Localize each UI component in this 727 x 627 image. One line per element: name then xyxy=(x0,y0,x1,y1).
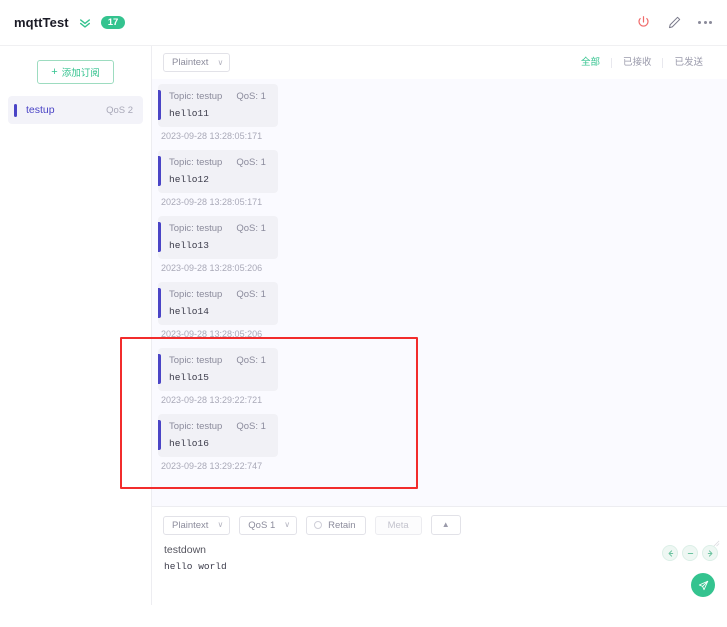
minus-icon[interactable] xyxy=(682,545,698,561)
message-format-label: Plaintext xyxy=(172,57,209,68)
plus-icon: + xyxy=(51,65,58,78)
subscription-qos: QoS 2 xyxy=(106,104,133,116)
message-item: Topic: testup QoS: 1 hello16 2023-09-28 13:… xyxy=(152,414,727,471)
message-payload: hello12 xyxy=(169,174,209,185)
resize-grip-icon[interactable] xyxy=(713,534,720,547)
publish-qos-label: QoS 1 xyxy=(248,519,276,531)
message-qos: QoS: 1 xyxy=(236,223,266,234)
arrow-right-icon[interactable] xyxy=(702,545,718,561)
message-bubble[interactable]: Topic: testup QoS: 1 hello12 xyxy=(158,150,278,193)
pencil-edit-icon[interactable] xyxy=(666,14,683,31)
message-topic: Topic: testup xyxy=(169,355,223,366)
power-icon[interactable] xyxy=(635,14,652,31)
message-accent-bar xyxy=(158,288,161,318)
message-bubble[interactable]: Topic: testup QoS: 1 hello13 xyxy=(158,216,278,259)
message-bubble[interactable]: Topic: testup QoS: 1 hello11 xyxy=(158,84,278,127)
add-subscription-row: + 添加订阅 xyxy=(0,46,151,94)
publish-topic-input[interactable]: testdown xyxy=(152,539,727,559)
publish-payload-input[interactable]: hello world xyxy=(152,559,727,605)
message-qos: QoS: 1 xyxy=(236,91,266,102)
message-payload: hello13 xyxy=(169,240,209,251)
publish-qos-select[interactable]: QoS 1 ∨ xyxy=(239,515,298,535)
retain-label: Retain xyxy=(328,519,356,531)
filter-tab-sent[interactable]: 已发送 xyxy=(663,57,714,69)
message-topic: Topic: testup xyxy=(169,223,223,234)
chevron-down-icon: ∨ xyxy=(284,520,291,529)
message-timestamp: 2023-09-28 13:28:05:171 xyxy=(161,131,263,141)
subscriptions-sidebar: + 添加订阅 testup QoS 2 xyxy=(0,46,152,605)
subscription-color-bar xyxy=(14,104,17,117)
meta-button[interactable]: Meta xyxy=(374,515,422,535)
message-qos: QoS: 1 xyxy=(236,289,266,300)
editor-zoom-controls xyxy=(662,545,718,561)
message-item: Topic: testup QoS: 1 hello15 2023-09-28 13:… xyxy=(152,348,727,405)
message-timestamp: 2023-09-28 13:28:05:206 xyxy=(161,329,263,339)
message-accent-bar xyxy=(158,354,161,384)
header-left-group: mqttTest 17 xyxy=(0,15,126,30)
more-dots-icon[interactable] xyxy=(697,18,713,27)
message-bubble[interactable]: Topic: testup QoS: 1 hello14 xyxy=(158,282,278,325)
message-header: Topic: testup QoS: 1 xyxy=(169,223,266,234)
message-filter-tabs: 全部 已接收 已发送 xyxy=(570,57,714,69)
message-topic: Topic: testup xyxy=(169,421,223,432)
send-plane-icon xyxy=(698,580,708,590)
message-accent-bar xyxy=(158,90,161,120)
message-payload: hello15 xyxy=(169,372,209,383)
sidebar-item-subscription[interactable]: testup QoS 2 xyxy=(8,96,143,124)
messages-panel: Plaintext ∨ 全部 已接收 已发送 Topic: testup QoS:… xyxy=(152,46,727,605)
message-payload: hello14 xyxy=(169,306,209,317)
filter-tab-all[interactable]: 全部 xyxy=(570,57,611,69)
chevron-double-down-icon[interactable] xyxy=(78,16,92,30)
message-topic: Topic: testup xyxy=(169,91,223,102)
publish-format-select[interactable]: Plaintext ∨ xyxy=(163,515,231,535)
message-qos: QoS: 1 xyxy=(236,355,266,366)
message-item: Topic: testup QoS: 1 hello14 2023-09-28 13:… xyxy=(152,282,727,339)
connection-name: mqttTest xyxy=(14,15,69,30)
message-accent-bar xyxy=(158,222,161,252)
message-count-badge: 17 xyxy=(100,15,126,30)
message-topic: Topic: testup xyxy=(169,157,223,168)
app-header: mqttTest 17 xyxy=(0,0,727,46)
collapse-publish-button[interactable]: ▲ xyxy=(430,515,461,535)
message-qos: QoS: 1 xyxy=(236,421,266,432)
message-header: Topic: testup QoS: 1 xyxy=(169,157,266,168)
message-header: Topic: testup QoS: 1 xyxy=(169,91,266,102)
message-topic: Topic: testup xyxy=(169,289,223,300)
publish-toolbar: Plaintext ∨ QoS 1 ∨ Retain Meta ▲ xyxy=(152,507,727,539)
message-bubble[interactable]: Topic: testup QoS: 1 hello15 xyxy=(158,348,278,391)
publish-panel: Plaintext ∨ QoS 1 ∨ Retain Meta ▲ testdo… xyxy=(152,506,727,605)
message-payload: hello11 xyxy=(169,108,209,119)
mqtt-client-window: mqttTest 17 + 添加订阅 testup QoS 2 Plaintex… xyxy=(0,0,727,627)
message-timestamp: 2023-09-28 13:28:05:206 xyxy=(161,263,263,273)
message-header: Topic: testup QoS: 1 xyxy=(169,289,266,300)
filter-tab-received[interactable]: 已接收 xyxy=(612,57,663,69)
message-list[interactable]: Topic: testup QoS: 1 hello11 2023-09-28 13:… xyxy=(152,79,727,506)
subscription-topic: testup xyxy=(26,104,55,116)
message-accent-bar xyxy=(158,156,161,186)
retain-toggle[interactable]: Retain xyxy=(306,515,366,535)
chevron-down-icon: ∨ xyxy=(217,57,224,67)
message-timestamp: 2023-09-28 13:29:22:721 xyxy=(161,395,263,405)
chevron-down-icon: ∨ xyxy=(217,520,224,529)
publish-format-label: Plaintext xyxy=(172,519,209,531)
message-bubble[interactable]: Topic: testup QoS: 1 hello16 xyxy=(158,414,278,457)
add-subscription-button[interactable]: + 添加订阅 xyxy=(37,60,114,84)
message-header: Topic: testup QoS: 1 xyxy=(169,355,266,366)
message-qos: QoS: 1 xyxy=(236,157,266,168)
add-subscription-label: 添加订阅 xyxy=(61,68,100,79)
retain-radio-icon xyxy=(314,521,323,529)
message-item: Topic: testup QoS: 1 hello11 2023-09-28 13:… xyxy=(152,84,727,141)
arrow-left-icon[interactable] xyxy=(662,545,678,561)
send-message-button[interactable] xyxy=(691,573,715,597)
message-item: Topic: testup QoS: 1 hello13 2023-09-28 13:… xyxy=(152,216,727,273)
header-right-group xyxy=(635,14,727,31)
message-accent-bar xyxy=(158,420,161,450)
message-timestamp: 2023-09-28 13:28:05:171 xyxy=(161,197,263,207)
message-timestamp: 2023-09-28 13:29:22:747 xyxy=(161,461,263,471)
message-item: Topic: testup QoS: 1 hello12 2023-09-28 13:… xyxy=(152,150,727,207)
message-header: Topic: testup QoS: 1 xyxy=(169,421,266,432)
message-format-select[interactable]: Plaintext ∨ xyxy=(163,53,231,72)
message-payload: hello16 xyxy=(169,438,209,449)
messages-toolbar: Plaintext ∨ 全部 已接收 已发送 xyxy=(152,46,727,79)
